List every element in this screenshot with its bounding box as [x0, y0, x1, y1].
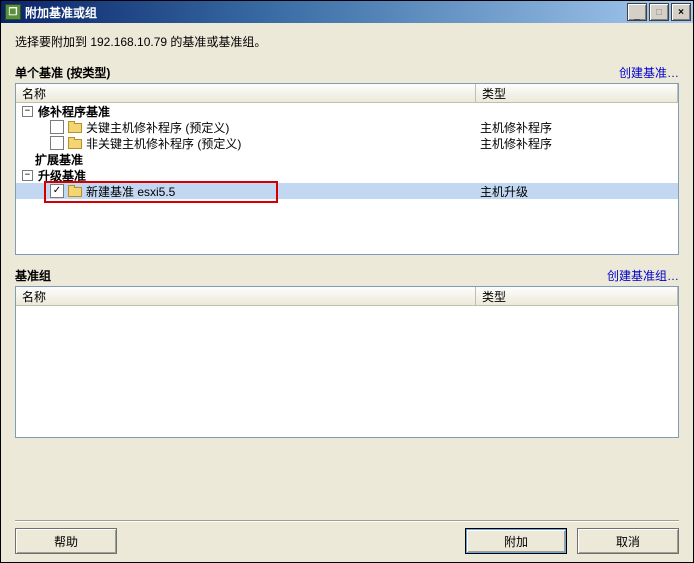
baseline-label: 非关键主机修补程序 (预定义) [86, 135, 241, 152]
baselines-section-title: 单个基准 (按类型) [15, 64, 110, 81]
title-bar: ❐ 附加基准或组 _ □ × [1, 1, 693, 23]
group-upgrade-baselines[interactable]: − 升级基准 [16, 167, 678, 183]
collapse-icon[interactable]: − [22, 106, 33, 117]
checkbox-checked[interactable]: ✓ [50, 184, 64, 198]
collapse-icon[interactable]: − [22, 170, 33, 181]
folder-icon [68, 137, 82, 149]
cancel-button[interactable]: 取消 [577, 528, 679, 554]
baseline-type: 主机修补程序 [476, 135, 678, 152]
help-button[interactable]: 帮助 [15, 528, 117, 554]
baseline-groups-listbox: 名称 类型 [15, 286, 679, 438]
attach-button[interactable]: 附加 [465, 528, 567, 554]
baseline-row-selected[interactable]: ✓ 新建基准 esxi5.5 主机升级 [16, 183, 678, 199]
window-title: 附加基准或组 [21, 4, 625, 21]
folder-icon [68, 185, 82, 197]
maximize-button[interactable]: □ [649, 3, 669, 21]
baseline-groups-col-name[interactable]: 名称 [16, 287, 476, 305]
baseline-groups-columns: 名称 类型 [16, 287, 678, 306]
checkbox[interactable] [50, 136, 64, 150]
button-bar: 帮助 附加 取消 [15, 521, 679, 554]
create-baseline-group-link[interactable]: 创建基准组… [607, 267, 679, 284]
baselines-col-type[interactable]: 类型 [476, 84, 678, 102]
baseline-label: 关键主机修补程序 (预定义) [86, 119, 229, 136]
baselines-body: − 修补程序基准 关键主机修补程序 (预定义) 主机修补程序 [16, 103, 678, 254]
checkbox[interactable] [50, 120, 64, 134]
baseline-groups-body [16, 306, 678, 437]
baseline-type: 主机升级 [476, 183, 678, 200]
minimize-button[interactable]: _ [627, 3, 647, 21]
baselines-listbox: 名称 类型 − 修补程序基准 关键主机修补程序 (预定 [15, 83, 679, 255]
baseline-groups-col-type[interactable]: 类型 [476, 287, 678, 305]
close-button[interactable]: × [671, 3, 691, 21]
group-patch-baselines[interactable]: − 修补程序基准 [16, 103, 678, 119]
folder-icon [68, 121, 82, 133]
baseline-groups-section-title: 基准组 [15, 267, 51, 284]
group-extension-baselines[interactable]: 扩展基准 [16, 151, 678, 167]
app-icon: ❐ [5, 4, 21, 20]
baseline-row[interactable]: 关键主机修补程序 (预定义) 主机修补程序 [16, 119, 678, 135]
instruction-text: 选择要附加到 192.168.10.79 的基准或基准组。 [15, 33, 679, 50]
baseline-type: 主机修补程序 [476, 119, 678, 136]
baseline-label: 新建基准 esxi5.5 [86, 183, 175, 200]
create-baseline-link[interactable]: 创建基准… [619, 64, 679, 81]
baselines-col-name[interactable]: 名称 [16, 84, 476, 102]
baseline-row[interactable]: 非关键主机修补程序 (预定义) 主机修补程序 [16, 135, 678, 151]
baselines-columns: 名称 类型 [16, 84, 678, 103]
